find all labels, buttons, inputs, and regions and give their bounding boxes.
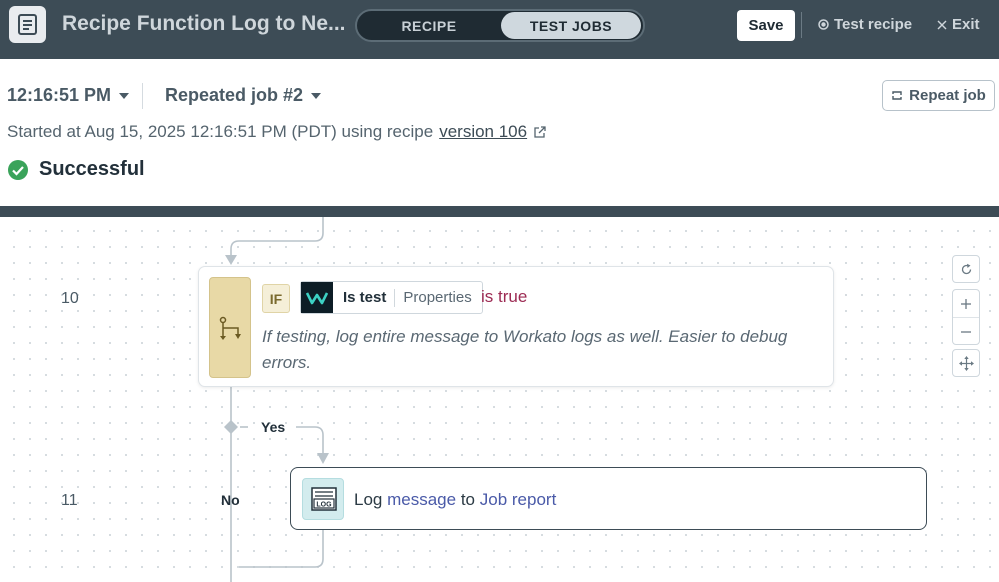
action-verb: Log [354,490,383,509]
test-recipe-label: Test recipe [834,16,913,33]
chevron-down-icon [119,92,130,99]
branch-yes-label: Yes [261,419,286,435]
started-text: Started at Aug 15, 2025 12:16:51 PM (PDT… [7,122,434,141]
repeat-icon [892,91,902,100]
exit-button[interactable]: Exit [937,16,980,33]
save-button[interactable]: Save [737,10,795,41]
repeat-job-button[interactable]: Repeat job [882,80,995,111]
version-link[interactable]: version 106 [439,122,527,142]
record-icon [818,19,829,30]
divider [801,12,802,38]
external-link-icon [534,125,546,138]
datapill-field: Is test [343,289,387,306]
log-step-card[interactable]: LOG Log message to Job report [290,467,927,530]
action-preposition: to [460,490,476,509]
recipe-canvas[interactable]: 10 IF Is test Properties is true If test… [0,217,999,582]
status: Successful [7,158,145,181]
zoom-controls [952,289,980,345]
branch-icon [219,316,241,340]
if-badge: IF [262,284,290,313]
close-icon [937,20,947,29]
refresh-icon [961,263,971,274]
datapill[interactable]: Is test Properties [300,281,483,314]
step-description: If testing, log entire message to Workat… [262,327,788,372]
repeat-job-label: Repeat job [909,87,986,104]
fit-view-button[interactable] [952,349,980,377]
if-step-card[interactable]: IF Is test Properties is true If testing… [198,266,834,387]
chevron-down-icon [311,92,322,99]
recipe-title: Recipe Function Log to Ne... [62,12,346,35]
step-number: 11 [61,492,78,509]
reset-view-button[interactable] [952,255,980,283]
workato-logo-icon [301,282,333,313]
tab-test-jobs[interactable]: TEST JOBS [501,12,641,39]
branch-no-label: No [221,492,240,508]
datapill-source: Properties [403,289,472,306]
check-circle-icon [8,159,28,180]
divider [142,83,143,109]
zoom-out-button[interactable] [953,318,979,345]
condition-operator: is true [481,287,528,306]
svg-text:LOG: LOG [316,502,332,509]
log-step-title: Log message to Job report [354,490,556,510]
job-select-dropdown[interactable]: Repeated job #2 [165,85,322,106]
top-bar: Recipe Function Log to Ne... RECIPE TEST… [0,0,999,59]
recipe-icon[interactable] [9,6,46,43]
started-info: Started at Aug 15, 2025 12:16:51 PM (PDT… [7,122,546,142]
log-icon: LOG [302,478,344,520]
job-time-dropdown[interactable]: 12:16:51 PM [7,85,130,106]
step-number: 10 [61,290,79,307]
if-step-icon-panel [209,277,251,378]
status-text: Successful [39,158,145,180]
test-recipe-button[interactable]: Test recipe [818,16,912,33]
move-arrows-icon [958,355,974,371]
message-datapill[interactable]: message [387,490,456,509]
exit-label: Exit [952,16,980,33]
plus-icon [961,298,971,309]
minus-icon [961,330,971,333]
job-label: Repeated job #2 [165,85,304,105]
job-report-link[interactable]: Job report [480,490,557,509]
view-toggle: RECIPE TEST JOBS [355,9,645,42]
section-divider [0,206,999,217]
tab-recipe[interactable]: RECIPE [359,12,499,39]
job-time: 12:16:51 PM [7,85,112,105]
zoom-in-button[interactable] [953,290,979,317]
